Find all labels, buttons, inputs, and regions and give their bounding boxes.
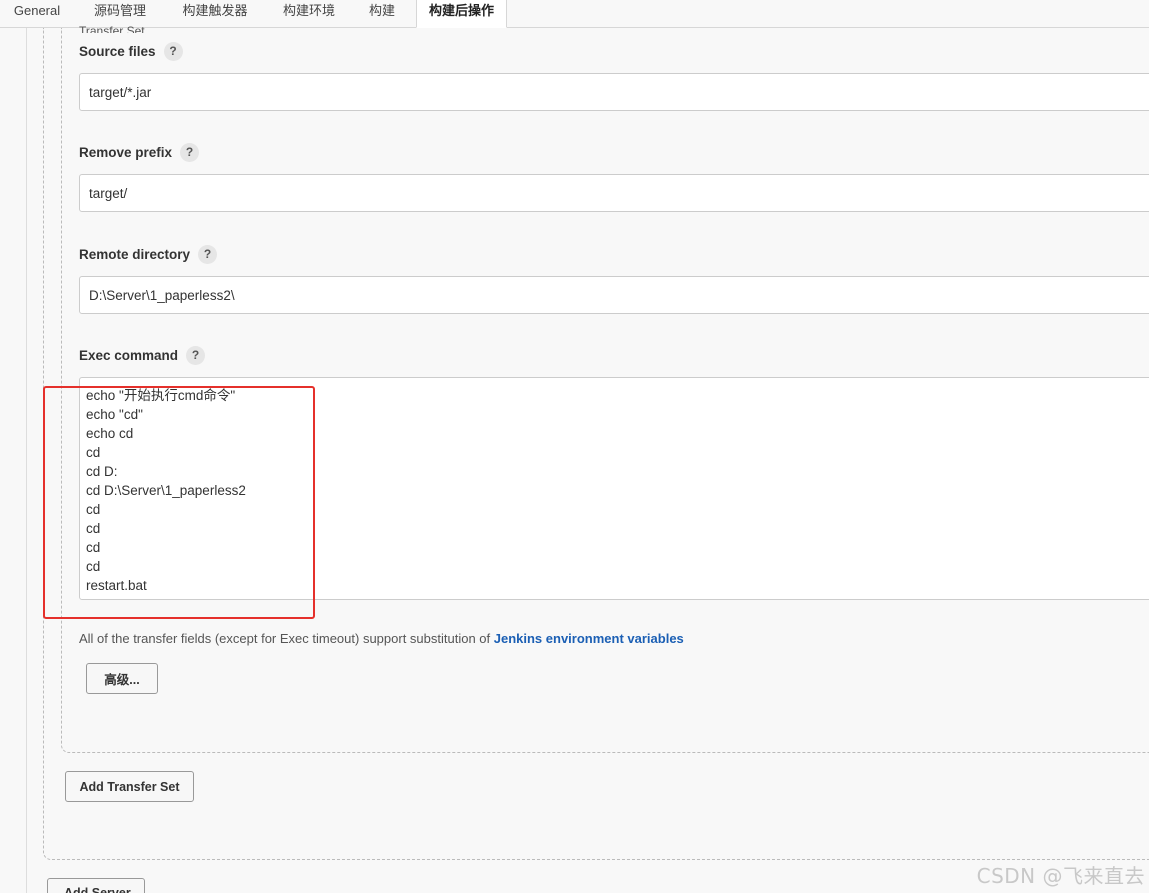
exec-command-line: cd bbox=[86, 559, 101, 574]
substitution-hint-text: All of the transfer fields (except for E… bbox=[79, 631, 494, 646]
help-icon[interactable]: ? bbox=[186, 345, 206, 365]
tab-build-environment[interactable]: 构建环境 bbox=[266, 0, 352, 27]
exec-command-line: cd bbox=[86, 445, 101, 460]
exec-command-line: echo cd bbox=[86, 426, 134, 441]
tab-build[interactable]: 构建 bbox=[353, 0, 411, 27]
remote-directory-input[interactable] bbox=[79, 276, 1149, 314]
source-files-input[interactable] bbox=[79, 73, 1149, 111]
remove-prefix-label-row: Remove prefix ? bbox=[79, 142, 200, 162]
transfer-set-title: Transfer Set bbox=[79, 24, 145, 33]
help-icon[interactable]: ? bbox=[198, 244, 218, 264]
remote-directory-label: Remote directory bbox=[79, 246, 191, 262]
exec-command-line: cd bbox=[86, 540, 101, 555]
source-files-label: Source files bbox=[79, 43, 156, 59]
add-server-button[interactable]: Add Server bbox=[47, 878, 145, 893]
tab-post-build-actions[interactable]: 构建后操作 bbox=[416, 0, 507, 28]
config-tab-bar: General 源码管理 构建触发器 构建环境 构建 构建后操作 bbox=[0, 0, 1149, 28]
substitution-hint: All of the transfer fields (except for E… bbox=[79, 631, 684, 646]
add-transfer-set-button[interactable]: Add Transfer Set bbox=[65, 771, 194, 802]
tab-general[interactable]: General bbox=[0, 0, 74, 27]
exec-command-label-row: Exec command ? bbox=[79, 345, 206, 365]
jenkins-env-vars-link[interactable]: Jenkins environment variables bbox=[494, 631, 684, 646]
exec-command-textarea[interactable]: echo "开始执行cmd命令" echo "cd" echo cd cd cd… bbox=[79, 377, 1149, 600]
jenkins-config-page: General 源码管理 构建触发器 构建环境 构建 构建后操作 Transfe… bbox=[0, 0, 1149, 893]
exec-command-line: restart.bat bbox=[86, 578, 147, 593]
exec-command-line: echo "开始执行cmd命令" bbox=[86, 388, 236, 403]
help-icon[interactable]: ? bbox=[163, 41, 183, 61]
tab-build-triggers[interactable]: 构建触发器 bbox=[165, 0, 265, 27]
advanced-button[interactable]: 高级... bbox=[86, 663, 158, 694]
remove-prefix-label: Remove prefix bbox=[79, 144, 173, 160]
source-files-label-row: Source files ? bbox=[79, 41, 183, 61]
remote-directory-label-row: Remote directory ? bbox=[79, 244, 218, 264]
exec-command-line: echo "cd" bbox=[86, 407, 143, 422]
outer-section-border bbox=[26, 28, 27, 893]
help-icon[interactable]: ? bbox=[180, 142, 200, 162]
exec-command-label: Exec command bbox=[79, 347, 179, 363]
exec-command-line: cd bbox=[86, 502, 101, 517]
exec-command-line: cd D:\Server\1_paperless2 bbox=[86, 483, 246, 498]
exec-command-line: cd bbox=[86, 521, 101, 536]
remove-prefix-input[interactable] bbox=[79, 174, 1149, 212]
csdn-watermark: CSDN @飞来直去 bbox=[976, 864, 1145, 888]
exec-command-line: cd D: bbox=[86, 464, 118, 479]
